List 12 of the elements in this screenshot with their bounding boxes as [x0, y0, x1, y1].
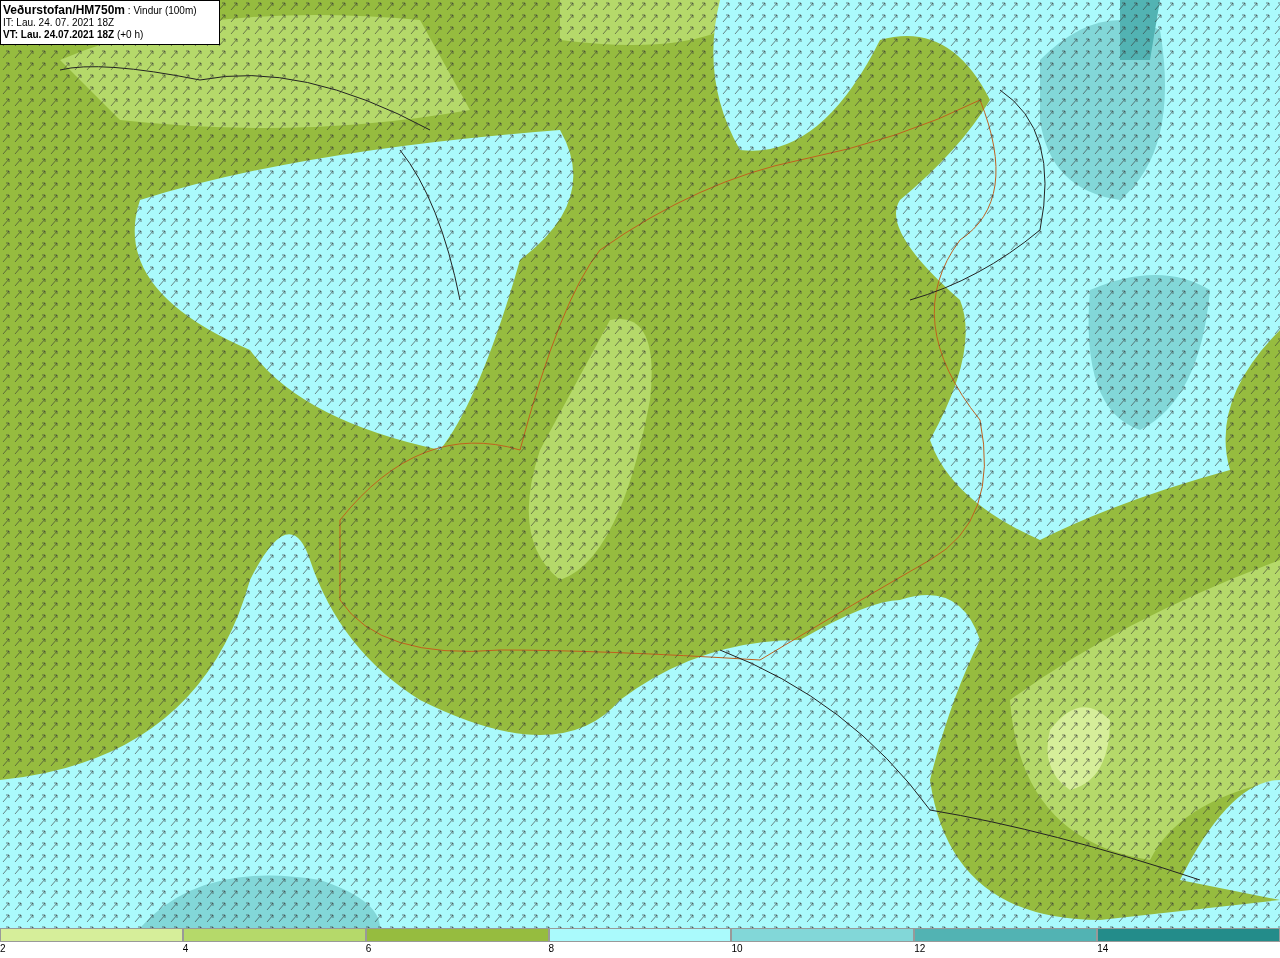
legend-label: 6	[365, 942, 372, 956]
legend-label: 8	[548, 942, 555, 956]
valid-time: VT: Lau. 24.07.2021 18Z	[3, 29, 115, 40]
legend-label: 14	[1097, 942, 1109, 956]
legend-label: 12	[914, 942, 926, 956]
init-time: IT: Lau. 24. 07. 2021 18Z	[3, 17, 116, 29]
legend-label: 2	[0, 942, 6, 956]
field-label: : Vindur (100m)	[127, 5, 197, 16]
model-title: Veðurstofan/HM750m	[3, 3, 126, 17]
legend-label: 4	[182, 942, 189, 956]
lead-time: (+0 h)	[116, 29, 144, 40]
legend-label: 10	[731, 942, 743, 956]
